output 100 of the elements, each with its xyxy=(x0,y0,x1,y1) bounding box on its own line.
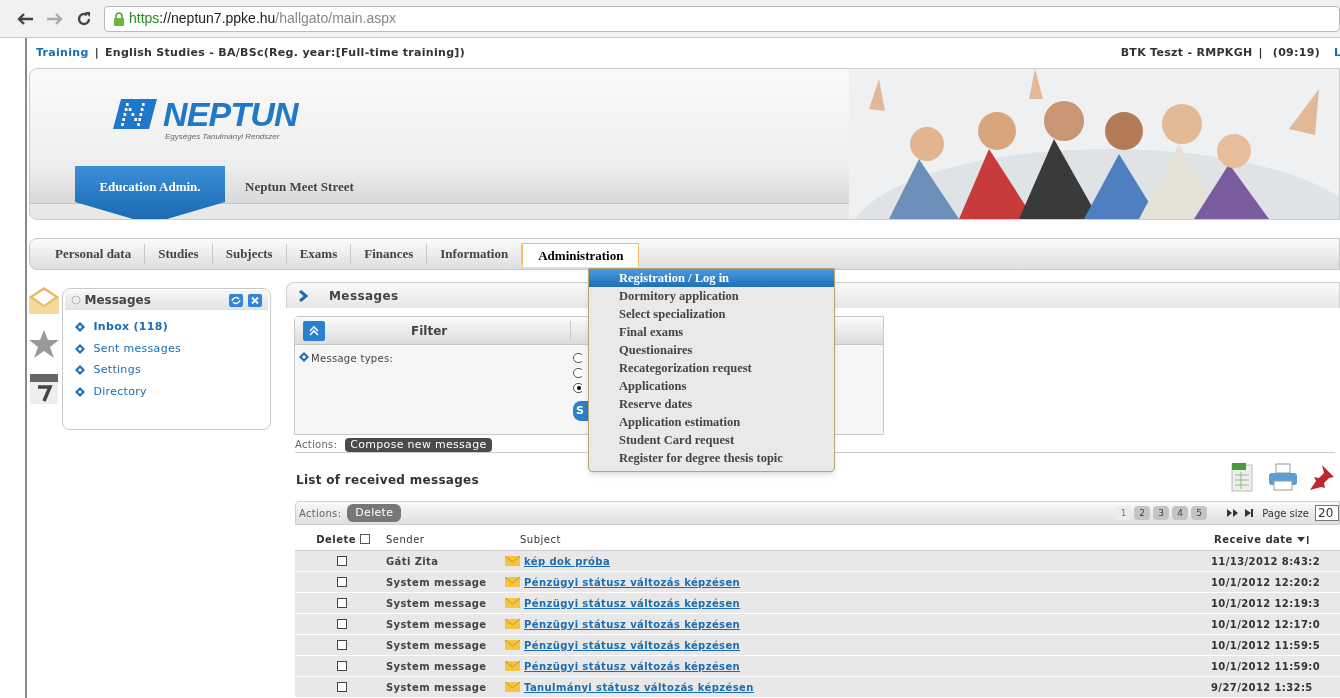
sender-cell: System message xyxy=(386,639,487,651)
logo-text: NEPTUN xyxy=(163,97,298,131)
sidebar-link[interactable]: Inbox (118) xyxy=(93,319,169,336)
subject-link[interactable]: Pénzügyi státusz változás képzésen xyxy=(524,616,741,632)
address-bar[interactable]: https://neptun7.ppke.hu/hallgato/main.aspx xyxy=(104,5,1340,32)
menu-item[interactable]: Application estimation xyxy=(589,413,834,431)
date-cell: 10/1/2012 11:59:0 xyxy=(1211,660,1321,672)
program-text: English Studies - BA/BSc(Reg. year:[Full-time training]) xyxy=(104,44,466,61)
row-checkbox[interactable] xyxy=(336,682,347,692)
spreadsheet-icon[interactable] xyxy=(1230,461,1254,493)
sidebar-link[interactable]: Settings xyxy=(93,362,141,379)
actions-label: Actions: xyxy=(295,438,338,452)
field-label: Message types: xyxy=(311,352,394,366)
radio-button[interactable] xyxy=(573,353,582,363)
date-cell: 10/1/2012 12:20:2 xyxy=(1211,576,1321,588)
row-checkbox[interactable] xyxy=(336,640,347,650)
envelope-icon xyxy=(505,640,520,650)
page-size-label: Page size xyxy=(1262,506,1309,521)
star-icon[interactable] xyxy=(27,329,60,359)
logo-subtitle: Egységes Tanulmányi Rendszer xyxy=(165,131,281,143)
training-link[interactable]: Training xyxy=(36,44,89,62)
lock-icon xyxy=(113,11,125,26)
sender-cell: System message xyxy=(386,660,487,672)
session-time: (09:19) xyxy=(1272,44,1320,61)
sidebar-link[interactable]: Sent messages xyxy=(93,340,182,357)
sender-cell: Gáti Zita xyxy=(386,555,439,567)
subject-link[interactable]: Pénzügyi státusz változás képzésen xyxy=(524,658,741,674)
column-header[interactable]: Receive date xyxy=(1214,532,1293,547)
radio-button[interactable] xyxy=(573,368,582,378)
compose-button[interactable]: Compose new message xyxy=(345,437,492,452)
last-page-icon[interactable] xyxy=(1245,509,1255,517)
back-icon[interactable] xyxy=(16,11,34,26)
separator-text: | xyxy=(94,44,99,61)
envelope-icon xyxy=(505,661,520,671)
sender-cell: System message xyxy=(386,681,487,693)
page-link[interactable]: 5 xyxy=(1191,506,1208,520)
page-link[interactable]: 4 xyxy=(1172,506,1189,520)
envelope-icon xyxy=(505,577,520,587)
menu-item[interactable]: Final exams xyxy=(589,323,834,341)
delete-button[interactable]: Delete xyxy=(347,504,402,522)
menu-tab[interactable]: Studies xyxy=(145,244,213,264)
menu-item[interactable]: Questionaires xyxy=(589,341,834,359)
show-button[interactable]: S xyxy=(573,401,588,421)
menu-item[interactable]: Applications xyxy=(589,377,834,395)
menu-item[interactable]: Student Card request xyxy=(589,431,834,449)
radio-button[interactable] xyxy=(573,383,582,393)
menu-item[interactable]: Register for degree thesis topic xyxy=(589,449,834,467)
bullet-icon xyxy=(75,322,86,333)
page-link[interactable]: 2 xyxy=(1134,506,1151,520)
sender-cell: System message xyxy=(386,597,487,609)
sender-cell: System message xyxy=(386,576,487,588)
row-checkbox[interactable] xyxy=(336,619,347,629)
calendar-icon[interactable] xyxy=(28,373,59,407)
menu-tab[interactable]: Finances xyxy=(351,244,428,264)
page-link[interactable]: 3 xyxy=(1153,506,1170,520)
reload-icon[interactable] xyxy=(76,10,92,27)
chevron-icon xyxy=(299,289,309,302)
list-title: List of received messages xyxy=(296,472,480,489)
envelope-icon xyxy=(505,598,520,608)
menu-item[interactable]: Recategorization request xyxy=(589,359,834,377)
sidebar-link[interactable]: Directory xyxy=(93,383,147,400)
circle-icon xyxy=(71,295,82,305)
bullet-icon xyxy=(299,352,309,362)
row-checkbox[interactable] xyxy=(336,598,347,608)
actions-label: Actions: xyxy=(299,506,342,521)
collapse-icon[interactable] xyxy=(303,320,325,341)
select-all-checkbox[interactable] xyxy=(360,533,370,544)
menu-tab[interactable]: Subjects xyxy=(212,244,287,264)
menu-tab[interactable]: Exams xyxy=(286,244,352,264)
subject-link[interactable]: Pénzügyi státusz változás képzésen xyxy=(524,595,741,611)
header-tab[interactable]: Neptun Meet Street xyxy=(225,166,374,204)
subject-link[interactable]: kép dok próba xyxy=(524,553,611,569)
subject-link[interactable]: Pénzügyi státusz változás képzésen xyxy=(524,574,741,590)
column-header[interactable]: Sender xyxy=(386,532,425,547)
menu-item[interactable]: Dormitory application xyxy=(589,287,834,305)
close-icon[interactable] xyxy=(248,293,262,307)
refresh-icon[interactable] xyxy=(229,293,243,307)
date-cell: 11/13/2012 8:43:2 xyxy=(1211,555,1321,567)
menu-tab[interactable]: Personal data xyxy=(42,244,146,264)
print-icon[interactable] xyxy=(1268,463,1298,491)
pin-icon[interactable] xyxy=(1308,463,1336,491)
column-header[interactable]: Subject xyxy=(520,532,561,547)
page-link[interactable]: 1 xyxy=(1116,506,1132,520)
menu-item[interactable]: Select specialization xyxy=(589,305,834,323)
page-size-field[interactable]: 20 xyxy=(1315,505,1339,521)
column-header[interactable]: Delete xyxy=(316,532,356,547)
filter-title: Filter xyxy=(411,320,571,341)
next-pages-icon[interactable] xyxy=(1227,509,1240,517)
menu-item[interactable]: Registration / Log in xyxy=(589,269,834,287)
row-checkbox[interactable] xyxy=(336,556,347,566)
menu-item[interactable]: Reserve dates xyxy=(589,395,834,413)
date-cell: 10/1/2012 12:19:3 xyxy=(1211,597,1321,609)
envelope-icon xyxy=(505,619,520,629)
menu-tab[interactable]: Administration xyxy=(522,243,640,267)
subject-link[interactable]: Tanulmányi státusz változás képzésen xyxy=(524,679,754,695)
row-checkbox[interactable] xyxy=(336,577,347,587)
bullet-icon xyxy=(75,386,86,397)
header-tab[interactable]: Education Admin. xyxy=(75,166,225,219)
subject-link[interactable]: Pénzügyi státusz változás képzésen xyxy=(524,637,741,653)
row-checkbox[interactable] xyxy=(336,661,347,671)
